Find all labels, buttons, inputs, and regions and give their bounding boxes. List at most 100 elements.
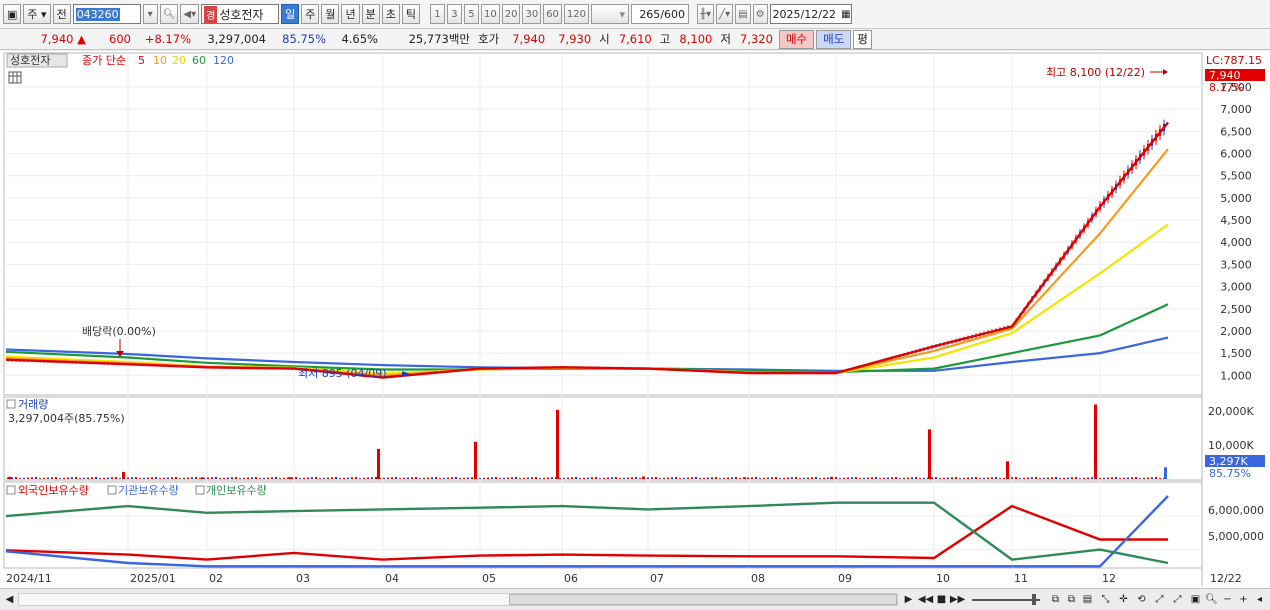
table-icon[interactable] [8, 71, 22, 84]
search-icon[interactable]: 🔍︎ [159, 4, 179, 24]
minus-icon[interactable]: − [1220, 592, 1235, 607]
date-input[interactable]: 2025/12/22 ▦ [769, 4, 852, 24]
draw-tool-icon[interactable]: ╱▾ [716, 4, 734, 24]
zoom-slider-handle[interactable] [1032, 594, 1036, 605]
chart-area[interactable]: 성호전자 종가 단순 5 10 20 60 120 7,500 7,000 6,50… [0, 51, 1270, 588]
stock-name-box[interactable]: 경 성호전자 [201, 4, 280, 24]
volume-bar [295, 476, 297, 479]
zoom-slider-track[interactable] [972, 599, 1040, 601]
code-dropdown-icon[interactable]: ▾ [142, 4, 158, 24]
volume-bar [1083, 477, 1085, 479]
tick-120[interactable]: 120 [563, 4, 590, 24]
export-icon[interactable]: ⤢ [1152, 592, 1167, 607]
scroll-left-icon[interactable]: ◀ [2, 592, 17, 607]
price-ytick-label: 5,500 [1220, 170, 1252, 183]
save-icon[interactable]: ▤ [735, 4, 751, 24]
volume-bar [1019, 478, 1021, 479]
interval-day[interactable]: 일 [281, 4, 300, 24]
volume-bar [227, 477, 229, 479]
window-menu-icon[interactable]: ▣ [3, 4, 22, 24]
volume-ratio: 85.75% [282, 32, 326, 46]
legend-foreign-holdings: 외국인보유수량 [18, 484, 89, 497]
plus-icon[interactable]: + [1236, 592, 1251, 607]
volume-bar [1063, 477, 1065, 479]
price-legend-name: 성호전자 [10, 54, 50, 67]
bottom-controls: ◀ ▶ ◀◀ ■ ▶▶ ⧉ ⧉ ▤ ⤡ ✛ ⟲ ⤢ ⤢ ▣ 🔍︎ − + ◂ [0, 588, 1270, 610]
expand-icon[interactable]: ⤢ [1170, 592, 1185, 607]
volume-bar [255, 476, 257, 479]
volume-bar [339, 478, 341, 479]
layout-icon-2[interactable]: ⧉ [1064, 592, 1079, 607]
volume-bar [495, 476, 497, 479]
layout-icon-3[interactable]: ▤ [1080, 592, 1095, 607]
sell-button[interactable]: 매도 [816, 29, 852, 49]
volume-bar [983, 477, 985, 479]
interval-year[interactable]: 년 [341, 4, 360, 24]
volume-bar [1139, 478, 1141, 479]
tick-1[interactable]: 1 [429, 4, 445, 24]
volume-spike-11 [1006, 461, 1009, 479]
layout-icon-1[interactable]: ⧉ [1048, 592, 1063, 607]
interval-second[interactable]: 초 [381, 4, 400, 24]
even-button[interactable]: 평 [853, 29, 872, 49]
scrollbar-thumb[interactable] [509, 594, 897, 605]
calendar-icon[interactable]: ▦ [841, 9, 850, 20]
tick-60[interactable]: 60 [543, 4, 562, 24]
interval-minute[interactable]: 분 [361, 4, 380, 24]
x-axis-label: 11 [1014, 572, 1028, 585]
tick-custom-select[interactable]: ▾ [591, 4, 630, 24]
zoom-icon[interactable]: 🔍︎ [1204, 592, 1219, 607]
speaker-icon[interactable]: ◀▾ [180, 4, 200, 24]
volume-bar [215, 476, 217, 479]
fast-forward-icon[interactable]: ▶▶ [950, 592, 965, 607]
volume-bar [799, 478, 801, 479]
rewind-icon[interactable]: ◀◀ [918, 592, 933, 607]
candle-type-icon[interactable]: ╫▾ [697, 4, 715, 24]
print-icon[interactable]: ▣ [1188, 592, 1203, 607]
volume-bar [735, 476, 737, 479]
volume-bar [103, 477, 105, 479]
volume-bar [915, 476, 917, 479]
tick-5[interactable]: 5 [463, 4, 479, 24]
volume-bar [311, 477, 313, 479]
high-label: 고 [659, 32, 671, 46]
tick-30[interactable]: 30 [522, 4, 542, 24]
tick-3[interactable]: 3 [446, 4, 462, 24]
volume-bar [383, 477, 385, 479]
volume-bar [83, 477, 85, 479]
volume-bar [979, 478, 981, 479]
volume-bar [503, 477, 505, 479]
volume-bar [1099, 478, 1101, 479]
x-axis-label: 03 [296, 572, 310, 585]
volume-bar [1011, 477, 1013, 479]
interval-month[interactable]: 월 [321, 4, 340, 24]
tick-20[interactable]: 20 [501, 4, 521, 24]
dividend-annotation: 배당락(0.00%) [82, 325, 156, 338]
volume-bar [591, 477, 593, 479]
x-axis-label: 12 [1102, 572, 1116, 585]
volume-bar [219, 478, 221, 479]
scroll-right-icon[interactable]: ▶ [901, 592, 916, 607]
interval-tick[interactable]: 틱 [401, 4, 420, 24]
stop-icon[interactable]: ■ [934, 592, 949, 607]
pan-icon[interactable]: ◂ [1252, 592, 1267, 607]
volume-bar [271, 477, 273, 479]
volume-bar [1023, 477, 1025, 479]
buy-button[interactable]: 매수 [778, 29, 815, 49]
legend-individual-holdings: 개인보유수량 [206, 484, 267, 497]
volume-bar [635, 476, 637, 479]
volume-bar [1067, 477, 1069, 479]
stock-code-input[interactable]: 043260 [72, 4, 141, 24]
period-type-select[interactable]: 전 [52, 4, 71, 24]
shrink-icon[interactable]: ⤡ [1098, 592, 1113, 607]
interval-week[interactable]: 주 [301, 4, 320, 24]
data-count-box[interactable]: 265/600 [631, 4, 690, 24]
gear-icon[interactable]: ⚙ [752, 4, 768, 24]
market-select[interactable]: 주 ▾ [23, 4, 51, 24]
chart-svg[interactable]: 성호전자 종가 단순 5 10 20 60 120 7,5007,0006,50… [0, 51, 1270, 588]
horizontal-scrollbar[interactable] [18, 593, 898, 606]
volume-bar [335, 476, 337, 479]
crosshair-icon[interactable]: ✛ [1116, 592, 1131, 607]
tick-10[interactable]: 10 [480, 4, 500, 24]
tools-icon[interactable]: ⟲ [1134, 592, 1149, 607]
